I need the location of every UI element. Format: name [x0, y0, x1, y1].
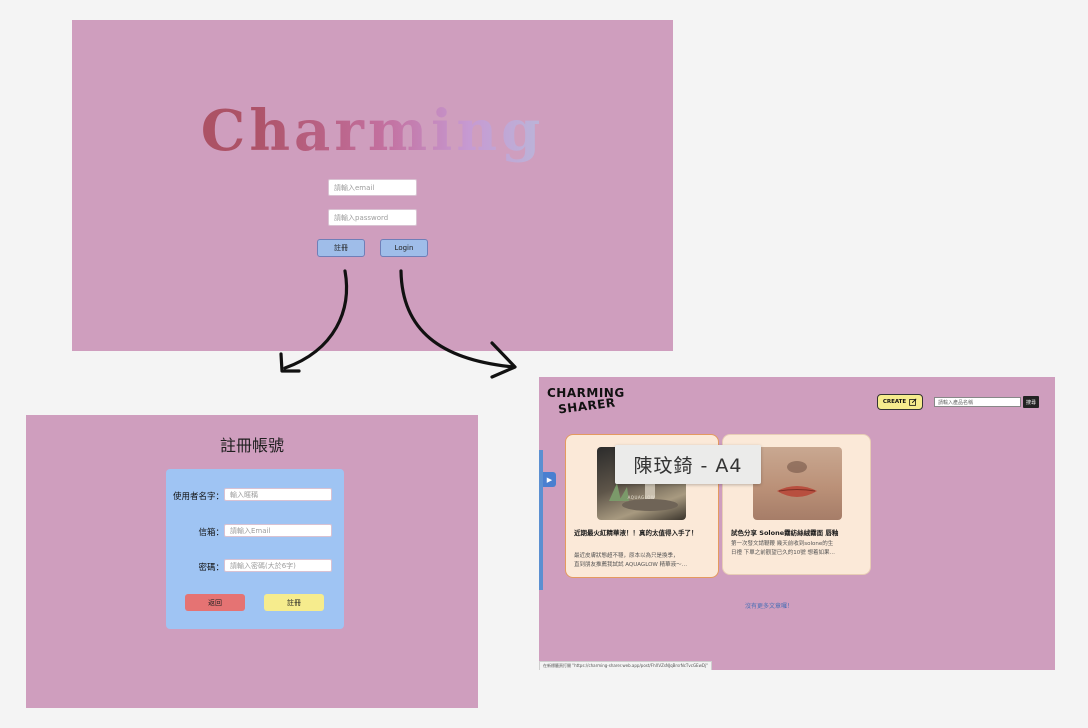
search-button[interactable]: 搜尋 [1023, 396, 1039, 408]
edit-icon [909, 398, 917, 406]
post-excerpt-line2: 直到朋友推薦我試試 AQUAGLOW 精華液～… [574, 562, 688, 568]
create-label: CREATE [882, 399, 907, 405]
status-url-bar: 在新標籤頁打開 "https://charming-sharer.web.app… [539, 661, 712, 670]
post-image [753, 447, 842, 520]
post-excerpt-line1: 第一次發文請鞭鞭 幾天前收到solone的生 [731, 541, 834, 547]
search-input[interactable]: 請輸入產品名稱 [934, 397, 1021, 407]
username-label: 使用者名字： [172, 492, 224, 502]
username-input[interactable]: 輸入暱稱 [224, 488, 332, 501]
arrow-head-sharer [490, 341, 517, 379]
post-title: 試色分享 Solone霧紡絲絨霧面 唇釉 [731, 529, 839, 537]
password-label: 密碼： [198, 563, 224, 573]
author-overlay-label: 陳玟錡 - A4 [615, 445, 761, 484]
register-page-screenshot: 註冊帳號 使用者名字： 輸入暱稱 信箱： 請輸入Email 密碼： 請輸入密碼(… [26, 415, 478, 708]
register-form: 使用者名字： 輸入暱稱 信箱： 請輸入Email 密碼： 請輸入密碼(大於6字)… [166, 469, 344, 629]
email-input[interactable]: 請輸入Email [224, 524, 332, 537]
arrow-to-sharer [399, 269, 516, 369]
sharer-home-screenshot: CHARMING SHARER CREATE 請輸入產品名稱 搜尋 ▶ AQUA… [539, 377, 1055, 670]
post-excerpt-line2: 日禮 下單之前觀望已久的10號 想着如果… [731, 550, 835, 556]
image-caption: AQUAGLOW [627, 495, 656, 500]
create-button[interactable]: CREATE [877, 394, 923, 410]
register-title: 註冊帳號 [219, 436, 284, 455]
no-more-posts-label: 沒有更多文章囉！ [745, 603, 794, 610]
play-icon[interactable]: ▶ [543, 472, 556, 487]
back-button[interactable]: 返回 [185, 594, 245, 611]
submit-register-button[interactable]: 註冊 [264, 594, 324, 611]
password-input[interactable]: 請輸入密碼(大於6字) [224, 559, 332, 572]
lip-photo-illustration [777, 461, 817, 497]
arrow-to-register [283, 269, 349, 370]
sidebar-handle[interactable] [539, 450, 543, 590]
post-excerpt-line1: 最近皮膚狀態超不穩，原本以為只是換季， [574, 553, 679, 559]
post-title: 近期最火紅精華液！！真的太值得入手了！ [574, 529, 698, 537]
email-label: 信箱： [198, 528, 224, 538]
